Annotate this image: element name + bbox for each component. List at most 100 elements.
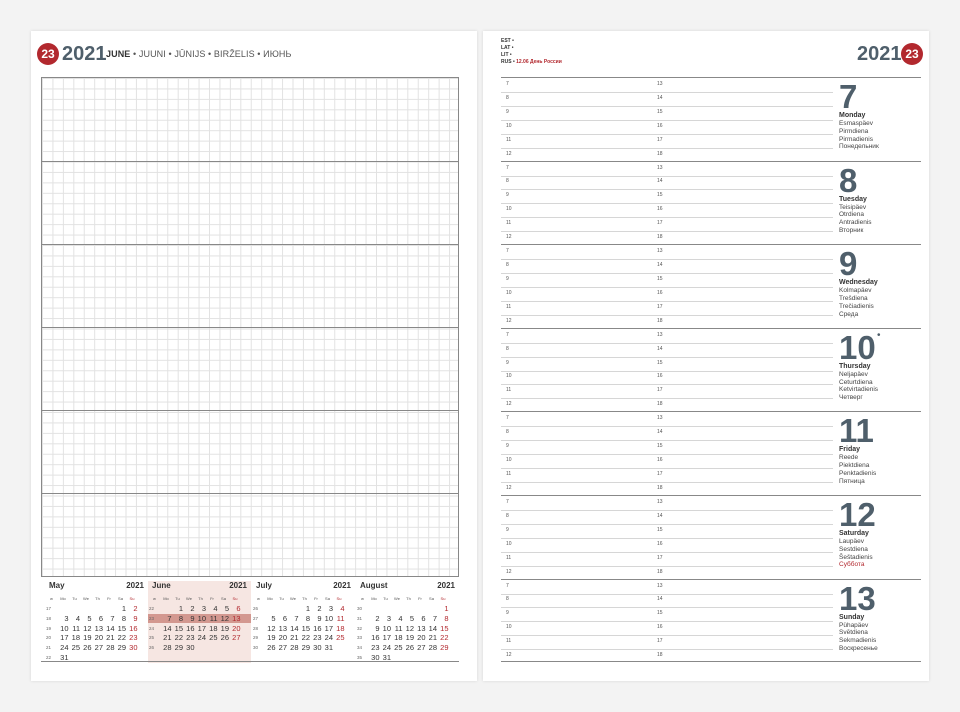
calendar-day: 9 bbox=[133, 613, 138, 623]
week-number: 33 bbox=[357, 635, 363, 641]
calendar-week-row: 18 3 4 5 6 7 8 9 bbox=[45, 614, 148, 624]
country-code: EST • bbox=[501, 38, 514, 44]
calendar-day: 19 bbox=[405, 633, 414, 643]
day-block-wednesday[interactable]: 7 13 8 14 9 15 10 16 11 17 12 18 9 Wednesday Kolmapäev… bbox=[501, 244, 921, 328]
mini-calendar-month: June bbox=[152, 581, 171, 590]
calendar-day: 11 bbox=[336, 613, 345, 623]
calendar-day: 8 bbox=[305, 613, 310, 623]
calendar-day: 5 bbox=[224, 604, 229, 613]
calendar-day: 10 bbox=[324, 613, 333, 623]
day-name-translation: Laupäev bbox=[839, 538, 864, 545]
calendar-day: 18 bbox=[336, 623, 345, 633]
hour-line bbox=[501, 203, 833, 205]
weekday-label: Sa bbox=[118, 596, 123, 601]
calendar-day: 19 bbox=[83, 633, 92, 643]
mini-calendar-august: August 2021 w Mo Tu We Th Fr Sa Su 30 1 31 2 3 4 5 6 7 8 32 9… bbox=[356, 581, 459, 663]
calendar-day: 27 bbox=[417, 643, 426, 653]
day-name: Thursday bbox=[839, 362, 871, 370]
calendar-day: 30 bbox=[186, 643, 195, 653]
day-block-saturday[interactable]: 7 13 8 14 9 15 10 16 11 17 12 18 12 Saturday Laupäev Se… bbox=[501, 495, 921, 579]
day-number: 8 bbox=[839, 161, 858, 199]
hour-label: 16 bbox=[657, 122, 663, 129]
day-name-translation: Trečiadienis bbox=[839, 302, 874, 310]
calendar-day: 24 bbox=[324, 633, 333, 643]
hour-label: 12 bbox=[506, 652, 512, 659]
hour-label: 9 bbox=[506, 359, 509, 366]
hour-label: 7 bbox=[506, 164, 509, 171]
hour-line bbox=[501, 342, 833, 344]
calendar-day: 8 bbox=[444, 613, 449, 623]
hour-label: 17 bbox=[657, 554, 663, 561]
hour-line bbox=[501, 565, 833, 567]
day-number: 12 bbox=[839, 496, 876, 533]
hour-label: 7 bbox=[506, 582, 509, 589]
hour-label: 17 bbox=[657, 638, 663, 645]
hour-label: 11 bbox=[506, 470, 512, 477]
hour-label: 8 bbox=[506, 596, 509, 603]
weekday-label: Fr bbox=[210, 596, 214, 601]
weekday-label: We bbox=[290, 596, 296, 601]
hour-label: 13 bbox=[657, 415, 663, 422]
calendar-day: 8 bbox=[178, 613, 183, 623]
week-number: 18 bbox=[46, 615, 52, 621]
calendar-week-row: 33 16 17 18 19 20 21 22 bbox=[356, 633, 459, 643]
day-name-translation: Pühapäev bbox=[839, 621, 869, 629]
weekday-label: Fr bbox=[314, 596, 318, 601]
weekday-label: Tu bbox=[279, 596, 284, 601]
hour-label: 9 bbox=[506, 443, 509, 450]
calendar-day: 29 bbox=[174, 643, 183, 653]
hour-label: 12 bbox=[506, 401, 512, 408]
weekday-label: Tu bbox=[383, 596, 388, 601]
hour-line bbox=[501, 133, 833, 135]
calendar-day: 8 bbox=[121, 613, 126, 623]
hour-label: 17 bbox=[657, 470, 663, 477]
hour-label: 11 bbox=[506, 554, 512, 561]
day-block-tuesday[interactable]: 7 13 8 14 9 15 10 16 11 17 12 18 8 Tuesday Teisipäev Ot… bbox=[501, 160, 921, 245]
calendar-day: 25 bbox=[336, 633, 345, 643]
day-block-monday[interactable]: 7 13 8 14 9 15 10 16 11 17 12 18 7 Monday Esmaspäev Pir… bbox=[501, 77, 921, 161]
day-name-translation: Суббота bbox=[839, 561, 865, 569]
grid-divider bbox=[42, 493, 458, 494]
hour-label: 7 bbox=[506, 415, 509, 422]
day-name-translation: Понедельник bbox=[839, 143, 879, 151]
mini-calendar-year: 2021 bbox=[333, 581, 351, 590]
calendar-week-row: 31 2 3 4 5 6 7 8 bbox=[356, 614, 459, 624]
calendar-day: 30 bbox=[313, 643, 322, 653]
hour-label: 9 bbox=[506, 526, 509, 533]
calendar-day: 22 bbox=[301, 633, 310, 643]
week-number: 23 bbox=[149, 615, 155, 621]
calendar-week-row: 29 19 20 21 22 23 24 25 bbox=[252, 633, 355, 643]
weekday-label: Mo bbox=[371, 596, 377, 601]
hour-label: 8 bbox=[506, 512, 509, 519]
week-number: 22 bbox=[149, 606, 155, 611]
hour-line bbox=[501, 649, 833, 651]
calendar-day: 3 bbox=[201, 604, 206, 613]
mini-calendar-month: May bbox=[49, 581, 65, 590]
day-name-translation: Pirmdiena bbox=[839, 127, 869, 135]
notes-grid[interactable] bbox=[41, 77, 459, 577]
hour-label: 12 bbox=[506, 317, 512, 324]
calendar-day: 15 bbox=[301, 623, 310, 633]
day-block-sunday[interactable]: 7 13 8 14 9 15 10 16 11 17 12 18 13 Sunday Pühapäev Svē… bbox=[501, 578, 921, 663]
calendar-day: 25 bbox=[209, 633, 218, 643]
day-block-friday[interactable]: 7 13 8 14 9 15 10 16 11 17 12 18 11 Friday Reede Piektd… bbox=[501, 411, 921, 495]
calendar-day: 16 bbox=[371, 633, 380, 643]
hour-line bbox=[501, 231, 833, 233]
calendar-day: 21 bbox=[106, 633, 115, 643]
grid-divider bbox=[42, 161, 458, 162]
hour-line bbox=[501, 537, 833, 539]
calendar-day: 22 bbox=[440, 633, 449, 643]
week-number: 17 bbox=[46, 606, 52, 611]
day-name-translation: Kolmapäev bbox=[839, 287, 872, 295]
hour-line bbox=[501, 398, 833, 400]
hour-label: 7 bbox=[506, 248, 509, 255]
calendar-day: 23 bbox=[186, 633, 195, 643]
day-block-thursday[interactable]: 7 13 8 14 9 15 10 16 11 17 12 18 10 • Thursday Neljapäe… bbox=[501, 327, 921, 412]
hour-line bbox=[501, 273, 833, 275]
day-name-translation: Piektdiena bbox=[839, 462, 870, 470]
weekday-label: Mo bbox=[267, 596, 273, 601]
calendar-day: 21 bbox=[163, 633, 172, 643]
hour-label: 9 bbox=[506, 275, 509, 282]
hour-label: 7 bbox=[506, 331, 509, 338]
hour-label: 10 bbox=[506, 373, 512, 380]
